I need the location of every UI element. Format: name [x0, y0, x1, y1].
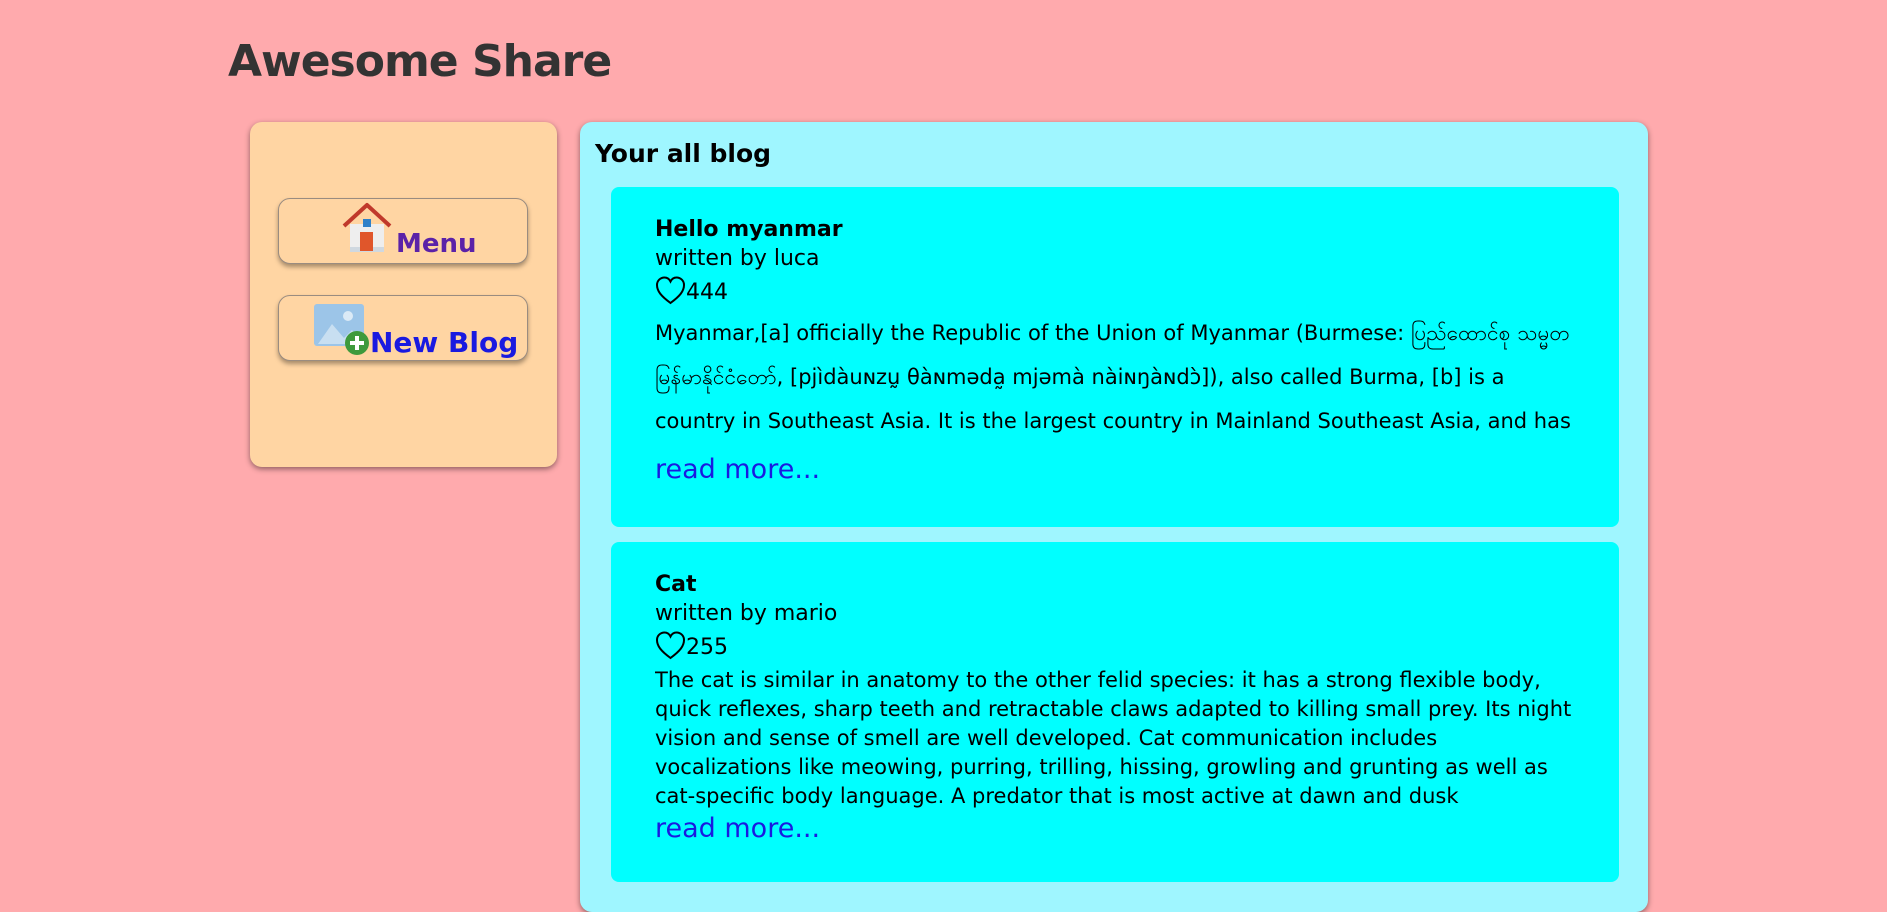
- likes: 255: [655, 628, 1577, 660]
- likes: 444: [655, 273, 1577, 305]
- new-blog-label: New Blog: [370, 326, 519, 359]
- blog-title: Cat: [655, 572, 697, 597]
- heart-outline-icon[interactable]: [655, 276, 686, 305]
- likes-count: 444: [686, 280, 728, 305]
- blog-card: Hello myanmar written by luca 444 Myanma…: [611, 187, 1619, 527]
- sidebar: Menu New Blog: [250, 122, 557, 467]
- image-add-icon: [314, 304, 374, 364]
- blog-excerpt: Myanmar,[a] officially the Republic of t…: [655, 321, 1571, 433]
- blog-author: written by luca: [655, 246, 820, 271]
- blog-list-panel: Your all blog Hello myanmar written by l…: [580, 122, 1648, 912]
- blog-title: Hello myanmar: [655, 217, 843, 242]
- blog-author: written by mario: [655, 601, 838, 626]
- blog-excerpt: The cat is similar in anatomy to the oth…: [655, 668, 1572, 808]
- read-more-link[interactable]: read more...: [655, 454, 820, 485]
- read-more-link[interactable]: read more...: [655, 813, 820, 844]
- likes-count: 255: [686, 635, 728, 660]
- blog-list-heading: Your all blog: [595, 139, 772, 168]
- menu-button[interactable]: Menu: [278, 198, 528, 264]
- new-blog-button[interactable]: New Blog: [278, 295, 528, 361]
- heart-outline-icon[interactable]: [655, 631, 686, 660]
- house-icon: [341, 202, 393, 258]
- app-title: Awesome Share: [228, 36, 612, 87]
- blog-card: Cat written by mario 255 The cat is simi…: [611, 542, 1619, 882]
- menu-label: Menu: [396, 229, 477, 259]
